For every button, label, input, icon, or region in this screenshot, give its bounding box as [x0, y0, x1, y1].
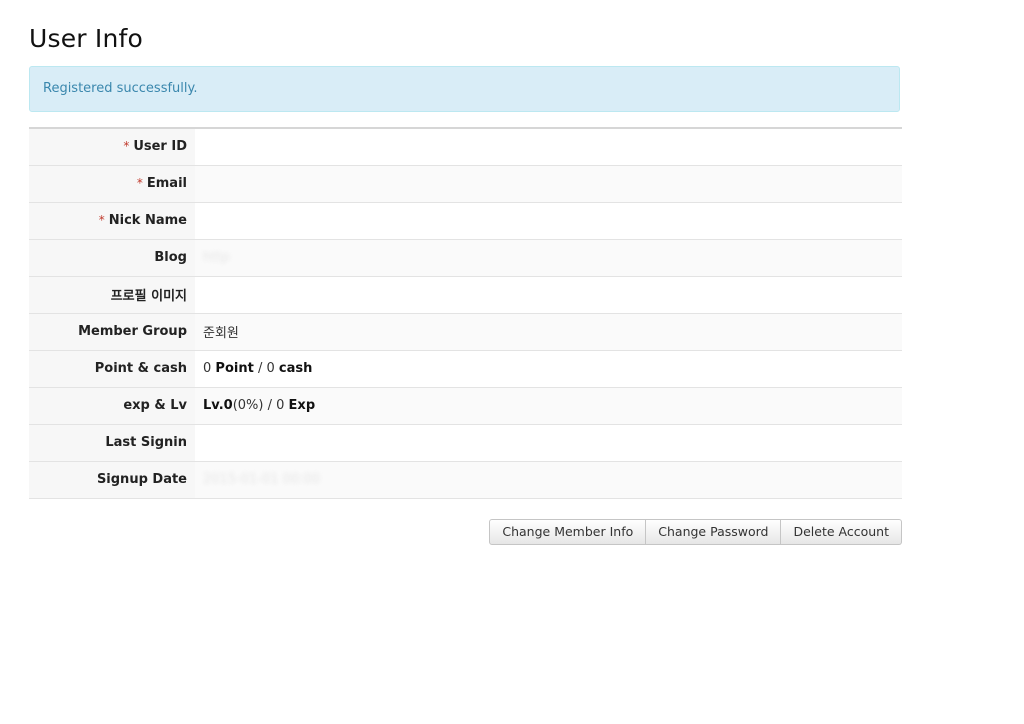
user-info-table: * User ID * Email * Nick Name Blog http 프로필… — [29, 127, 902, 499]
point-cash-value: 0 Point / 0 cash — [195, 350, 902, 388]
required-mark: * — [136, 176, 143, 190]
last-signin-value — [195, 424, 902, 462]
member-group-value: 준회원 — [195, 313, 902, 351]
table-row-blog: Blog http — [29, 239, 902, 277]
profile-image-label: 프로필 이미지 — [29, 276, 195, 314]
email-label: * Email — [29, 165, 195, 203]
success-alert: Registered successfully. — [29, 66, 900, 112]
member-group-label: Member Group — [29, 313, 195, 351]
profile-image-value — [195, 276, 902, 314]
exp-unit: Exp — [288, 398, 316, 413]
change-member-info-button[interactable]: Change Member Info — [489, 519, 647, 545]
nick-name-value — [195, 202, 902, 240]
signup-date-text: 2015-01-01 00:00 — [203, 472, 321, 487]
blog-label: Blog — [29, 239, 195, 277]
user-id-label: * User ID — [29, 128, 195, 166]
cash-value: 0 — [266, 361, 275, 376]
point-cash-label: Point & cash — [29, 350, 195, 388]
point-value: 0 — [203, 361, 212, 376]
point-cash-separator: / — [253, 361, 267, 376]
blog-value: http — [195, 239, 902, 277]
table-row-profile-image: 프로필 이미지 — [29, 276, 902, 314]
table-row-exp-lv: exp & Lv Lv.0(0%) / 0 Exp — [29, 387, 902, 425]
point-unit: Point — [215, 361, 254, 376]
account-button-group: Change Member Info Change Password Delet… — [489, 519, 902, 545]
blog-link[interactable]: http — [203, 250, 230, 265]
exp-lv-label: exp & Lv — [29, 387, 195, 425]
table-row-user-id: * User ID — [29, 128, 902, 166]
signup-date-value: 2015-01-01 00:00 — [195, 461, 902, 499]
table-row-email: * Email — [29, 165, 902, 203]
page-title: User Info — [29, 24, 144, 53]
table-row-point-cash: Point & cash 0 Point / 0 cash — [29, 350, 902, 388]
table-row-member-group: Member Group 준회원 — [29, 313, 902, 351]
change-password-button[interactable]: Change Password — [646, 519, 782, 545]
email-value — [195, 165, 902, 203]
level-percent: (0%) — [232, 398, 264, 413]
nick-name-label: * Nick Name — [29, 202, 195, 240]
exp-lv-value: Lv.0(0%) / 0 Exp — [195, 387, 902, 425]
cash-unit: cash — [278, 361, 313, 376]
table-row-last-signin: Last Signin — [29, 424, 902, 462]
exp-value: 0 — [276, 398, 285, 413]
page: User Info Registered successfully. * User… — [0, 0, 1024, 724]
required-mark: * — [123, 139, 130, 154]
delete-account-button[interactable]: Delete Account — [781, 519, 902, 545]
level-value: Lv.0 — [203, 398, 233, 413]
last-signin-label: Last Signin — [29, 424, 195, 462]
required-mark: * — [98, 213, 105, 227]
signup-date-label: Signup Date — [29, 461, 195, 499]
table-row-nick-name: * Nick Name — [29, 202, 902, 240]
user-id-value — [195, 128, 902, 166]
exp-separator: / — [263, 398, 277, 413]
table-row-signup-date: Signup Date 2015-01-01 00:00 — [29, 461, 902, 499]
